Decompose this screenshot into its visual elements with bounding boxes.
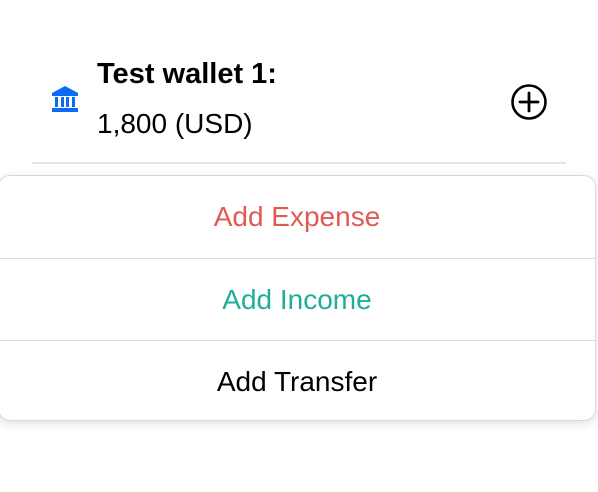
add-transfer-button[interactable]: Add Transfer xyxy=(0,340,595,420)
wallet-name: Test wallet 1: xyxy=(97,58,277,90)
bank-icon xyxy=(52,86,78,112)
wallet-balance: 1,800 (USD) xyxy=(97,108,253,139)
page: Test wallet 1: 1,800 (USD) Add Expense A… xyxy=(0,0,598,492)
action-menu: Add Expense Add Income Add Transfer xyxy=(0,175,596,421)
add-circle-icon[interactable] xyxy=(510,83,548,121)
wallet-row[interactable]: Test wallet 1: 1,800 (USD) xyxy=(32,44,566,164)
add-income-button[interactable]: Add Income xyxy=(0,258,595,340)
add-expense-button[interactable]: Add Expense xyxy=(0,176,595,258)
